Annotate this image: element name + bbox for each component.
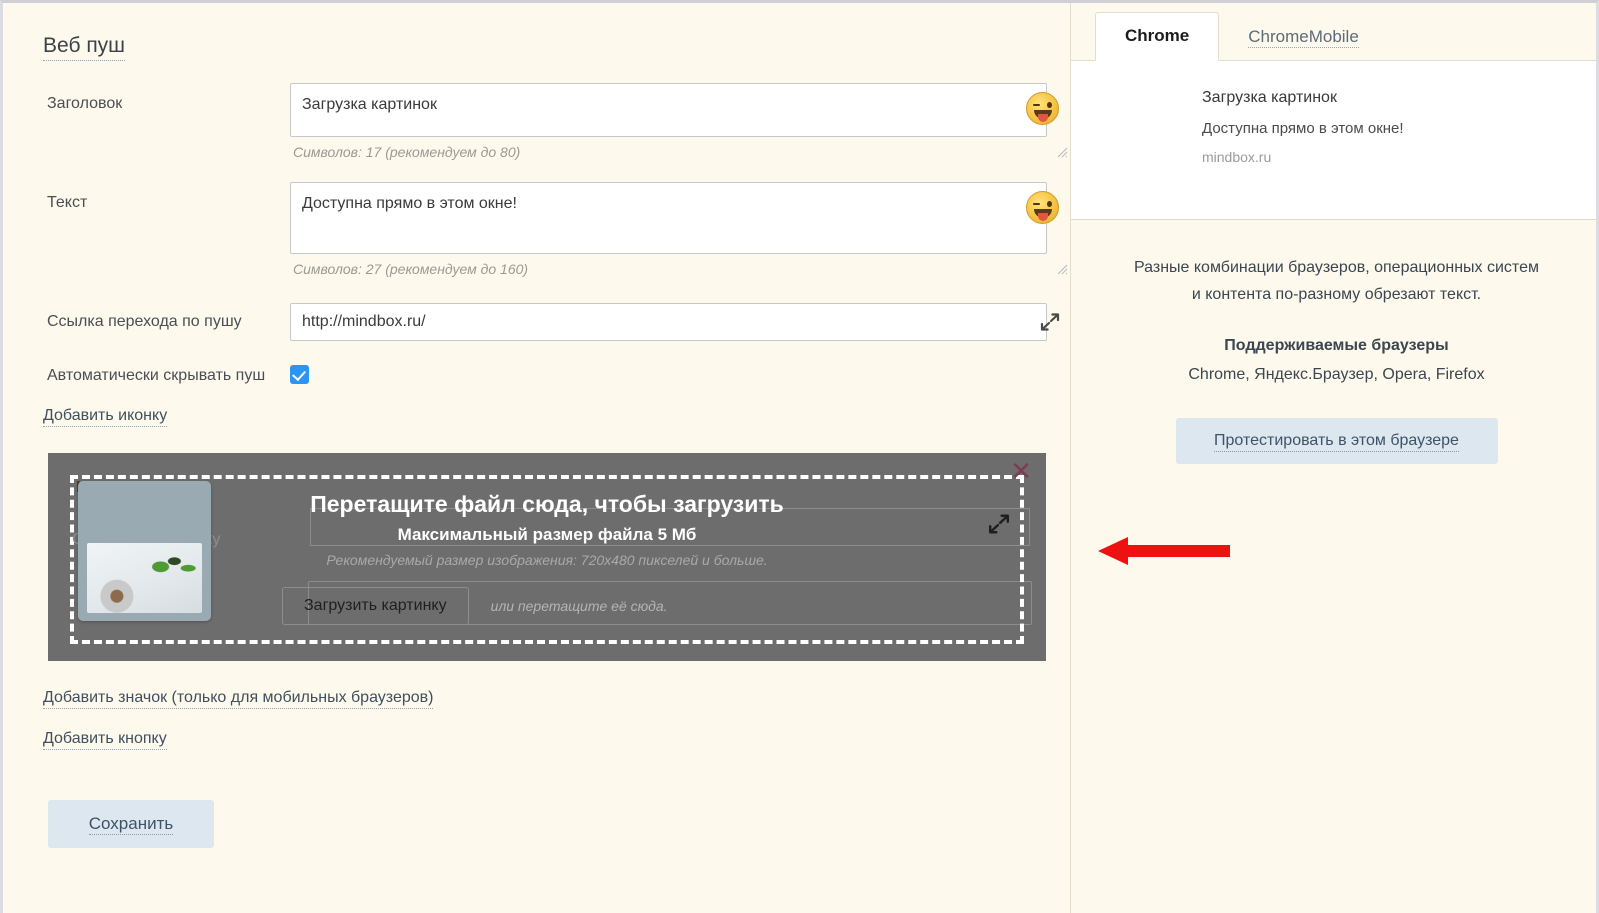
- image-dropzone[interactable]: Картинка Ссылка на картинку ✕ Перетащите…: [48, 453, 1046, 661]
- add-icon-link[interactable]: Добавить иконку: [43, 406, 168, 427]
- notification-preview-card: Загрузка картинок Доступна прямо в этом …: [1071, 61, 1596, 220]
- add-button-link-row: Добавить кнопку: [3, 729, 1070, 750]
- section-title-wrap: Веб пуш: [3, 33, 1070, 61]
- thumbnail-image: [87, 543, 202, 613]
- notification-title: Загрузка картинок: [1202, 89, 1337, 106]
- tab-chromemobile[interactable]: ChromeMobile: [1219, 14, 1388, 61]
- tab-chrome[interactable]: Chrome: [1095, 12, 1220, 61]
- preview-tabs: Chrome ChromeMobile: [1071, 3, 1596, 61]
- section-title-web-push[interactable]: Веб пуш: [43, 33, 126, 61]
- control-title: Символов: 17 (рекомендуем до 80): [290, 83, 1070, 160]
- tab-chromemobile-label: ChromeMobile: [1248, 27, 1359, 48]
- add-button-link[interactable]: Добавить кнопку: [43, 729, 167, 750]
- add-icon-link-row: Добавить иконку: [3, 406, 1070, 427]
- winking-face-with-tongue-icon[interactable]: [1026, 191, 1059, 224]
- save-button[interactable]: Сохранить: [48, 800, 214, 848]
- control-link: [290, 303, 1070, 341]
- image-thumbnail-preview: [78, 481, 211, 621]
- winking-face-with-tongue-icon[interactable]: [1026, 92, 1059, 125]
- notification-body: Доступна прямо в этом окне!: [1202, 120, 1404, 137]
- text-input[interactable]: [290, 182, 1047, 254]
- control-text: Символов: 27 (рекомендуем до 160): [290, 182, 1070, 277]
- title-input[interactable]: [290, 83, 1047, 137]
- test-in-browser-button[interactable]: Протестировать в этом браузере: [1175, 418, 1498, 464]
- control-autohide: [290, 355, 1070, 384]
- push-link-input[interactable]: [290, 303, 1047, 341]
- expand-arrows-icon: [988, 514, 1010, 534]
- label-title: Заголовок: [47, 95, 123, 112]
- webpush-form-panel: Веб пуш Заголовок Символов: 17 (рекоменд…: [3, 3, 1071, 913]
- autohide-checkbox[interactable]: [290, 365, 309, 384]
- tab-chrome-label: Chrome: [1125, 26, 1190, 45]
- field-row-autohide: Автоматически скрывать пуш: [3, 355, 1070, 386]
- app-screen: Веб пуш Заголовок Символов: 17 (рекоменд…: [0, 0, 1599, 913]
- label-autohide: Автоматически скрывать пуш: [47, 367, 266, 384]
- label-text: Текст: [47, 194, 88, 211]
- supported-browsers-list: Chrome, Яндекс.Браузер, Opera, Firefox: [1188, 366, 1485, 383]
- test-in-browser-label: Протестировать в этом браузере: [1214, 431, 1459, 452]
- label-link: Ссылка перехода по пушу: [47, 313, 242, 330]
- supported-browsers-heading: Поддерживаемые браузеры: [1224, 337, 1449, 354]
- save-button-label: Сохранить: [88, 814, 174, 835]
- dropzone-or-text: или перетащите её сюда.: [490, 598, 668, 614]
- preview-panel: Chrome ChromeMobile Загрузка картинок До…: [1071, 3, 1596, 913]
- upload-image-button[interactable]: Загрузить картинку: [282, 587, 469, 625]
- title-char-hint: Символов: 17 (рекомендуем до 80): [293, 144, 521, 160]
- notes-line-2: и контента по-разному обрезают текст.: [1191, 286, 1482, 303]
- field-row-text: Текст Символов: 27 (рекомендуем до 160): [3, 182, 1070, 277]
- add-badge-link[interactable]: Добавить значок (только для мобильных бр…: [43, 688, 434, 709]
- expand-arrows-icon[interactable]: [1040, 312, 1060, 332]
- notification-domain: mindbox.ru: [1202, 149, 1272, 165]
- close-icon[interactable]: ✕: [1010, 459, 1032, 485]
- preview-notes: Разные комбинации браузеров, операционны…: [1071, 220, 1596, 464]
- dropzone-actions: Загрузить картинку или перетащите её сюд…: [282, 587, 668, 625]
- add-badge-link-row: Добавить значок (только для мобильных бр…: [3, 688, 1070, 709]
- notes-line-1: Разные комбинации браузеров, операционны…: [1134, 259, 1539, 276]
- field-row-title: Заголовок Символов: 17 (рекомендуем до 8…: [3, 83, 1070, 160]
- text-char-hint: Символов: 27 (рекомендуем до 160): [293, 261, 529, 277]
- field-row-link: Ссылка перехода по пушу: [3, 303, 1070, 341]
